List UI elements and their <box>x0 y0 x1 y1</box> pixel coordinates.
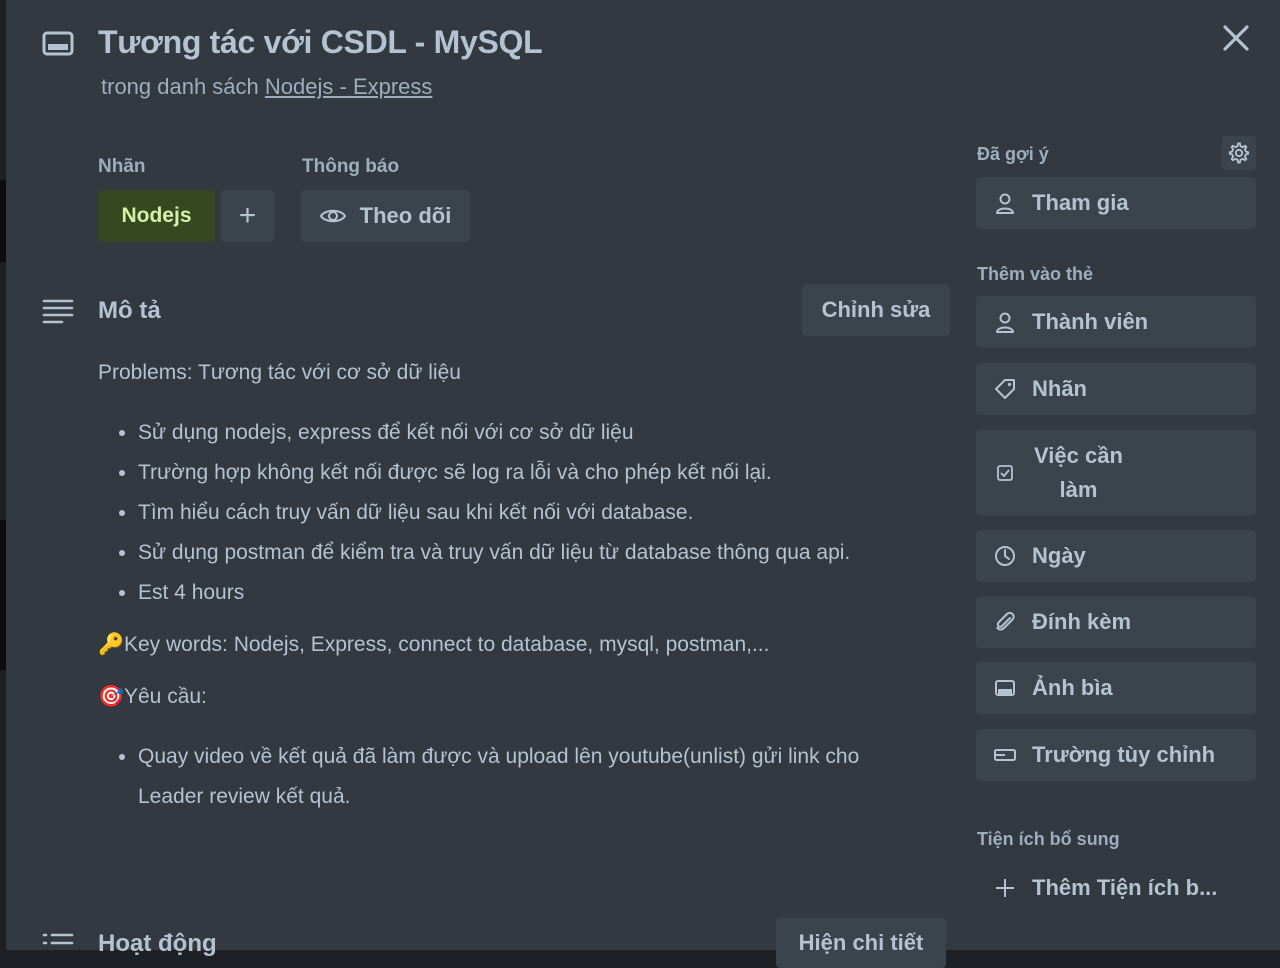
card-title[interactable]: Tương tác với CSDL - MySQL <box>98 24 543 61</box>
requirements-list: Quay video về kết quả đã làm được và upl… <box>98 737 928 817</box>
custom-fields-label: Trường tùy chỉnh <box>1032 742 1216 767</box>
description-body[interactable]: Problems: Tương tác với cơ sở dữ liệu Sử… <box>98 353 928 817</box>
list-item: Sử dụng postman để kiểm tra và truy vấn … <box>138 533 928 573</box>
card-list-info: trong danh sách Nodejs - Express <box>101 74 432 100</box>
checklist-label-line1: Việc cần <box>1034 443 1123 468</box>
custom-field-icon <box>992 742 1018 768</box>
list-item: Trường hợp không kết nối được sẽ log ra … <box>138 453 928 493</box>
dates-button[interactable]: Ngày <box>976 530 1256 582</box>
join-label: Tham gia <box>1032 190 1129 215</box>
attachment-button[interactable]: Đính kèm <box>976 596 1256 648</box>
keywords-line: 🔑Key words: Nodejs, Express, connect to … <box>98 625 928 665</box>
plus-icon <box>992 875 1018 901</box>
checklist-label-line2: làm <box>1059 477 1098 502</box>
cover-button[interactable]: Ảnh bìa <box>976 662 1256 714</box>
clock-icon <box>992 543 1018 569</box>
attachment-label: Đính kèm <box>1032 609 1132 634</box>
person-icon <box>992 309 1018 335</box>
card-detail-modal: Tương tác với CSDL - MySQL trong danh sá… <box>6 0 1280 968</box>
gear-icon <box>1228 142 1250 164</box>
close-icon <box>1223 25 1249 51</box>
label-chip-nodejs[interactable]: Nodejs <box>98 190 215 242</box>
cover-label: Ảnh bìa <box>1032 675 1113 700</box>
key-icon: 🔑 <box>98 633 125 656</box>
target-icon: 🎯 <box>98 685 125 708</box>
join-button[interactable]: Tham gia <box>976 177 1256 229</box>
list-item: Tìm hiểu cách truy vấn dữ liệu sau khi k… <box>138 493 928 533</box>
list-name-link[interactable]: Nodejs - Express <box>265 74 433 99</box>
description-icon <box>42 298 74 324</box>
description-heading: Mô tả <box>98 297 161 324</box>
checkbox-icon <box>992 460 1018 486</box>
notifications-section-label: Thông báo <box>302 156 400 177</box>
custom-fields-button[interactable]: Trường tùy chỉnh <box>976 729 1256 781</box>
close-button[interactable] <box>1216 18 1256 58</box>
requirements-label: Yêu cầu: <box>124 685 207 708</box>
suggested-label: Đã gợi ý <box>977 144 1049 164</box>
dates-label: Ngày <box>1032 543 1086 568</box>
list-prefix: trong danh sách <box>101 74 259 99</box>
labels-button[interactable]: Nhãn <box>976 363 1256 415</box>
labels-label: Nhãn <box>1032 376 1087 401</box>
eye-icon <box>319 207 346 225</box>
description-list: Sử dụng nodejs, express để kết nối với c… <box>98 413 928 613</box>
labels-section-label: Nhãn <box>98 156 146 177</box>
watch-button[interactable]: Theo dõi <box>301 190 470 242</box>
list-item: Sử dụng nodejs, express để kết nối với c… <box>138 413 928 453</box>
members-button[interactable]: Thành viên <box>976 296 1256 348</box>
list-item: Quay video về kết quả đã làm được và upl… <box>138 737 928 817</box>
edit-description-button[interactable]: Chỉnh sửa <box>802 284 950 336</box>
tag-icon <box>992 376 1018 402</box>
suggestions-settings-button[interactable] <box>1222 136 1256 170</box>
show-details-button[interactable]: Hiện chi tiết <box>776 918 946 968</box>
add-to-card-label: Thêm vào thẻ <box>977 264 1094 284</box>
requirements-line: 🎯Yêu cầu: <box>98 677 928 717</box>
add-powerup-label: Thêm Tiện ích b... <box>1032 875 1218 900</box>
add-powerup-button[interactable]: Thêm Tiện ích b... <box>976 862 1256 914</box>
paperclip-icon <box>992 609 1018 635</box>
checklist-label: Việc cần làm <box>1034 439 1123 507</box>
list-item: Est 4 hours <box>138 573 928 613</box>
powerups-label: Tiện ích bổ sung <box>977 829 1120 849</box>
person-icon <box>992 190 1018 216</box>
checklist-button[interactable]: Việc cần làm <box>976 430 1256 516</box>
cover-icon <box>992 675 1018 701</box>
card-icon <box>42 30 74 58</box>
activity-icon <box>42 932 74 958</box>
problems-text: Problems: Tương tác với cơ sở dữ liệu <box>98 361 461 384</box>
activity-heading: Hoạt động <box>98 930 217 957</box>
watch-button-label: Theo dõi <box>359 203 452 228</box>
add-label-button[interactable]: + <box>221 190 274 242</box>
keywords-text: Key words: Nodejs, Express, connect to d… <box>124 633 770 656</box>
members-label: Thành viên <box>1032 309 1149 334</box>
